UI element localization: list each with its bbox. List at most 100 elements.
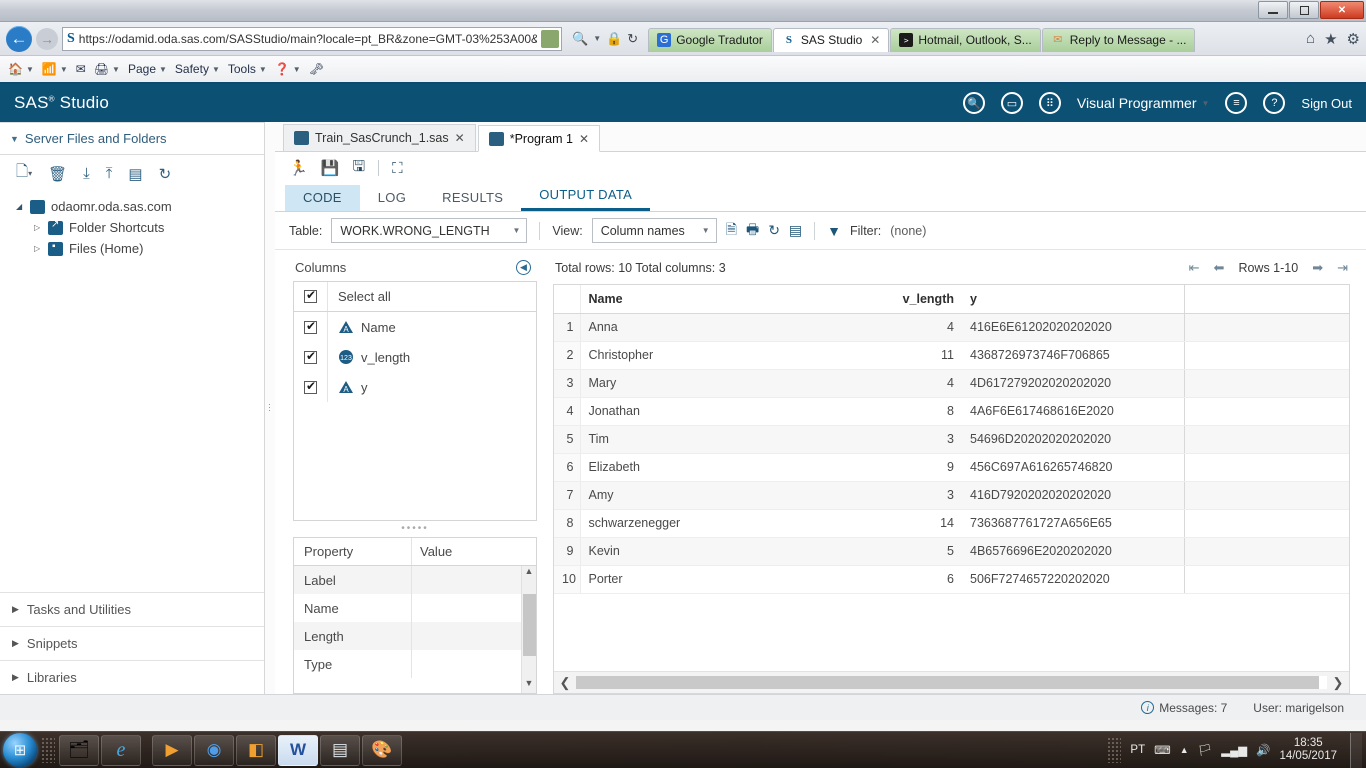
table-row[interactable]: 8 schwarzenegger 14 7363687761727A656E65 xyxy=(554,509,1349,538)
sign-out-button[interactable]: Sign Out xyxy=(1301,96,1352,111)
browser-tab-hotmail[interactable]: ﹥ Hotmail, Outlook, S... xyxy=(890,27,1041,52)
gear-icon[interactable]: ⚙ xyxy=(1347,30,1360,48)
table-row[interactable]: 5 Tim 3 54696D20202020202020 xyxy=(554,425,1349,454)
home-page-icon[interactable]: 🏠 ▼ xyxy=(8,62,34,76)
chevron-down-icon[interactable]: ◢ xyxy=(16,202,24,211)
download-icon[interactable]: ⤓ xyxy=(83,165,90,182)
table-row[interactable]: 6 Elizabeth 9 456C697A616265746820 xyxy=(554,453,1349,482)
view-select[interactable]: Column names ▼ xyxy=(591,218,717,243)
property-row[interactable]: Length xyxy=(294,622,536,650)
show-hidden-icons-icon[interactable]: ▲ xyxy=(1180,745,1189,755)
sidebar-item-snippets[interactable]: ▶ Snippets xyxy=(0,626,264,660)
taskbar-microsoft-office[interactable]: ◧ xyxy=(236,734,276,766)
save-icon[interactable]: 💾 xyxy=(321,159,340,177)
refresh-icon[interactable]: ↻ xyxy=(768,222,780,239)
tree-node-odaomr[interactable]: ◢ odaomr.oda.sas.com xyxy=(16,196,264,217)
browser-tab-reply-to-message[interactable]: ✉ Reply to Message - ... xyxy=(1041,27,1196,52)
close-button[interactable]: ✕ xyxy=(1320,1,1364,19)
column-item-y[interactable]: A y xyxy=(294,372,536,402)
tab-code[interactable]: CODE xyxy=(285,185,360,211)
table-row[interactable]: 2 Christopher 11 4368726973746F706865 xyxy=(554,341,1349,370)
addons-icon[interactable]: 🗝 xyxy=(309,62,324,76)
grid-horizontal-scrollbar[interactable]: ❮ ❯ xyxy=(554,671,1349,693)
chevron-right-icon[interactable]: ▷ xyxy=(34,223,42,232)
table-row[interactable]: 4 Jonathan 8 4A6F6E617468616E2020 xyxy=(554,397,1349,426)
column-checkbox-cell[interactable] xyxy=(294,342,328,372)
scrollbar-track[interactable] xyxy=(576,676,1327,689)
column-item-name[interactable]: A Name xyxy=(294,312,536,342)
table-row[interactable]: 3 Mary 4 4D617279202020202020 xyxy=(554,369,1349,398)
delete-icon[interactable]: 🗑 xyxy=(48,165,67,183)
scroll-left-icon[interactable]: ❮ xyxy=(554,675,576,691)
first-page-icon[interactable]: ⇤ xyxy=(1189,260,1200,276)
search-icon[interactable]: 🔍 xyxy=(572,31,588,47)
print-icon[interactable]: 🖨 ▼ xyxy=(94,62,120,76)
refresh-icon[interactable]: ↻ xyxy=(159,165,172,183)
maximize-view-icon[interactable]: ⛶ xyxy=(392,160,403,177)
messages-status[interactable]: i Messages: 7 xyxy=(1141,701,1227,715)
new-icon[interactable]: 🗋▾ xyxy=(16,161,32,186)
taskbar-microsoft-word[interactable]: W xyxy=(278,734,318,766)
forward-button[interactable]: → xyxy=(36,27,58,50)
maximize-button[interactable] xyxy=(1289,1,1319,19)
filter-icon[interactable]: ▼ xyxy=(827,223,841,239)
sidebar-item-tasks-and-utilities[interactable]: ▶ Tasks and Utilities xyxy=(0,592,264,626)
previous-page-icon[interactable]: ⬅ xyxy=(1214,260,1225,276)
chevron-right-icon[interactable]: ▷ xyxy=(34,244,42,253)
column-header-name[interactable]: Name xyxy=(580,285,776,314)
table-row[interactable]: 7 Amy 3 416D7920202020202020 xyxy=(554,481,1349,510)
tab-log[interactable]: LOG xyxy=(360,185,424,211)
clock[interactable]: 18:35 14/05/2017 xyxy=(1279,737,1337,763)
checkbox-checked-icon[interactable] xyxy=(304,379,317,394)
select-all-checkbox-cell[interactable] xyxy=(294,282,328,311)
taskbar-paint[interactable]: 🎨 xyxy=(362,734,402,766)
table-row[interactable]: 1 Anna 4 416E6E61202020202020 xyxy=(554,313,1349,342)
taskbar-notepad[interactable]: ▤ xyxy=(320,734,360,766)
chevron-down-icon[interactable]: ▼ xyxy=(593,34,601,43)
tab-results[interactable]: RESULTS xyxy=(424,185,521,211)
compatibility-view-icon[interactable] xyxy=(541,29,559,48)
home-icon[interactable]: ⌂ xyxy=(1306,30,1315,47)
scroll-up-icon[interactable]: ▲ xyxy=(522,566,536,581)
column-checkbox-cell[interactable] xyxy=(294,372,328,402)
taskbar-google-chrome[interactable]: ◉ xyxy=(194,734,234,766)
column-properties-icon[interactable]: ▤ xyxy=(789,222,802,239)
last-page-icon[interactable]: ⇥ xyxy=(1337,260,1348,276)
next-page-icon[interactable]: ➡ xyxy=(1312,260,1323,276)
checkbox-checked-icon[interactable] xyxy=(304,349,317,364)
scroll-right-icon[interactable]: ❯ xyxy=(1327,675,1349,691)
close-icon[interactable]: ✕ xyxy=(455,131,465,145)
favorites-star-icon[interactable]: ★ xyxy=(1324,30,1337,48)
run-icon[interactable]: 🏃 xyxy=(289,159,308,177)
property-row[interactable]: Label xyxy=(294,566,536,594)
sidebar-item-libraries[interactable]: ▶ Libraries xyxy=(0,660,264,694)
browser-tab-google-tradutor[interactable]: G Google Tradutor xyxy=(648,27,772,52)
tab-output-data[interactable]: OUTPUT DATA xyxy=(521,182,651,211)
tree-node-folder-shortcuts[interactable]: ▷ Folder Shortcuts xyxy=(16,217,264,238)
print-icon[interactable]: 🖶 xyxy=(746,219,759,243)
tab-close-icon[interactable]: ✕ xyxy=(870,33,880,47)
properties-icon[interactable]: ▤ xyxy=(128,165,142,183)
columns-select-all-row[interactable]: Select all xyxy=(294,282,536,312)
read-mail-icon[interactable]: ✉ xyxy=(76,62,86,76)
column-header-v-length[interactable]: v_length xyxy=(776,285,962,314)
program-tab-train-sascrunch[interactable]: Train_SasCrunch_1.sas ✕ xyxy=(283,124,476,151)
tree-node-files-home[interactable]: ▷ Files (Home) xyxy=(16,238,264,259)
scrollbar-thumb[interactable] xyxy=(576,676,1320,689)
keypad-icon[interactable]: ⠿ xyxy=(1038,92,1061,114)
scroll-down-icon[interactable]: ▼ xyxy=(522,678,536,693)
address-bar[interactable]: S https://odamid.oda.sas.com/SASStudio/m… xyxy=(62,26,562,51)
language-indicator[interactable]: PT xyxy=(1130,744,1145,756)
help-icon[interactable]: ? xyxy=(1263,92,1286,114)
search-icon[interactable]: 🔍 xyxy=(962,92,985,114)
vertical-splitter[interactable]: ⋯ xyxy=(265,122,275,694)
volume-icon[interactable]: 🔊 xyxy=(1256,743,1270,757)
menu-page[interactable]: Page ▼ xyxy=(128,62,167,76)
back-button[interactable]: ← xyxy=(6,25,32,52)
scrollbar-thumb[interactable] xyxy=(523,594,536,656)
minimize-button[interactable] xyxy=(1258,1,1288,19)
options-menu-icon[interactable]: ≡ xyxy=(1225,92,1248,114)
collapse-pane-icon[interactable]: ◀ xyxy=(516,260,531,275)
taskbar-grip[interactable] xyxy=(41,737,55,763)
open-folder-icon[interactable]: ▭ xyxy=(1000,92,1023,114)
